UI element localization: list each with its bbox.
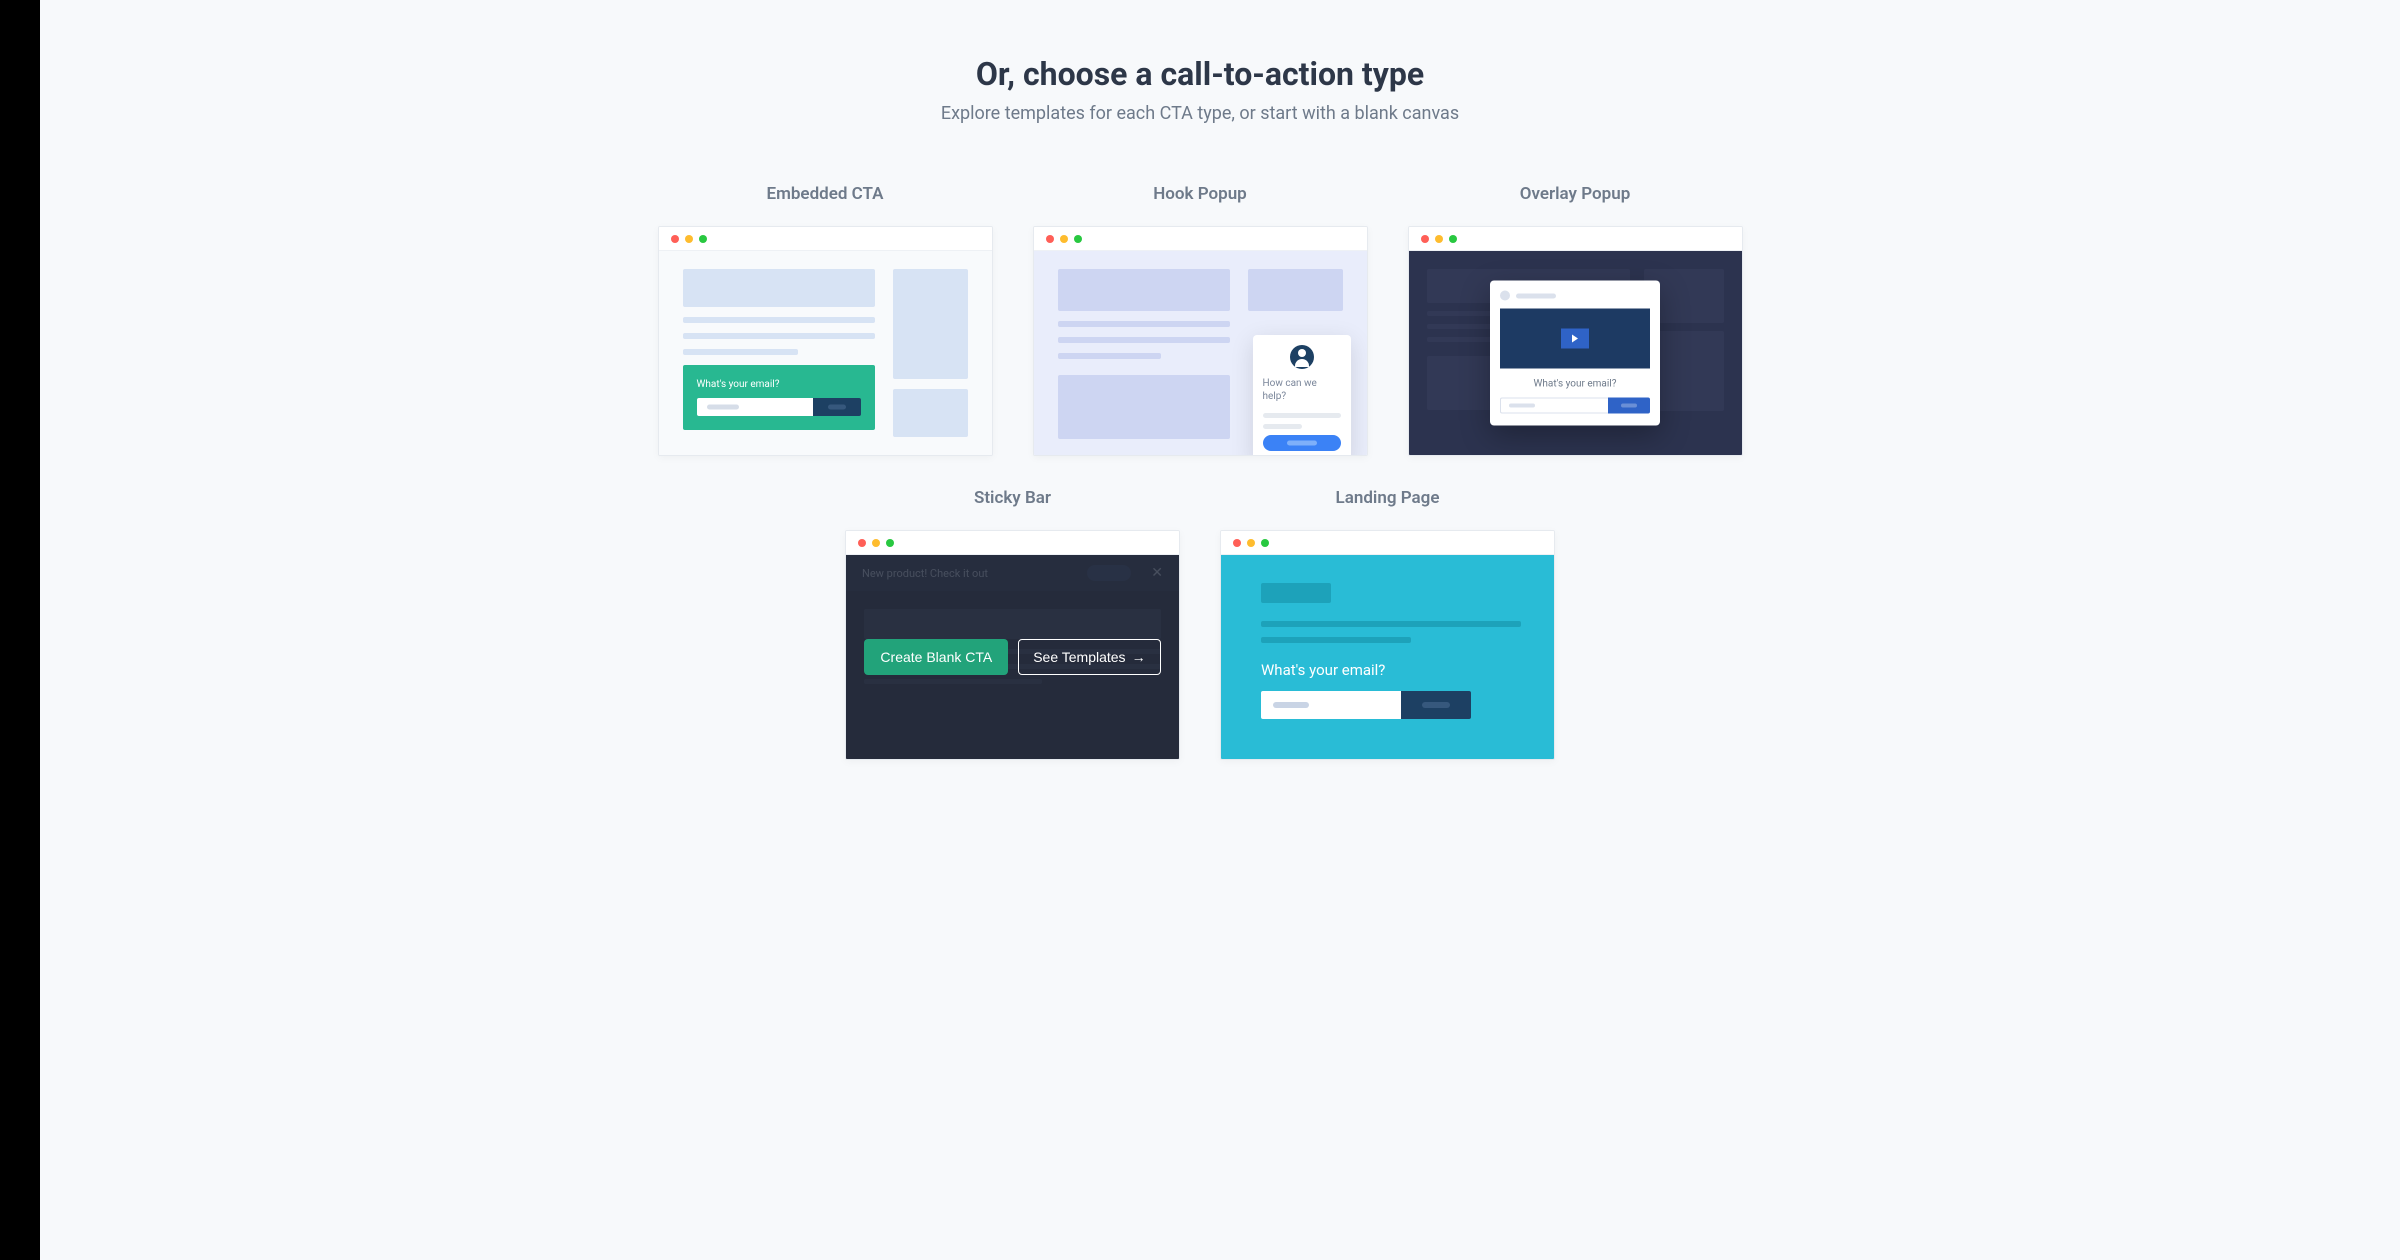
- video-placeholder: [1500, 309, 1650, 369]
- page-title: Or, choose a call-to-action type: [610, 55, 1790, 93]
- window-dot-red-icon: [1421, 235, 1429, 243]
- preview-body: New product! Check it out ✕ Create Bl: [846, 555, 1179, 759]
- card-title: Sticky Bar: [845, 488, 1180, 508]
- window-dot-yellow-icon: [1247, 539, 1255, 547]
- overlay-body: What's your email?: [1409, 251, 1742, 455]
- preview-window: New product! Check it out ✕ Create Bl: [845, 530, 1180, 760]
- hook-submit-placeholder: [1263, 435, 1341, 451]
- window-chrome: [1221, 531, 1554, 555]
- preview-body: What's your email?: [1221, 555, 1554, 759]
- preview-body: What's your email?: [659, 251, 992, 455]
- landing-email-label: What's your email?: [1261, 661, 1514, 679]
- placeholder-line: [1058, 353, 1161, 359]
- window-dot-yellow-icon: [1060, 235, 1068, 243]
- overlay-email-label: What's your email?: [1500, 379, 1650, 390]
- page-container: Or, choose a call-to-action type Explore…: [570, 0, 1830, 860]
- placeholder-line: [1058, 321, 1230, 327]
- placeholder-block: [893, 389, 968, 437]
- submit-button-placeholder: [1401, 691, 1471, 719]
- card-title: Embedded CTA: [658, 184, 993, 204]
- window-chrome: [846, 531, 1179, 555]
- window-dot-green-icon: [1449, 235, 1457, 243]
- placeholder-line: [1261, 621, 1521, 627]
- window-dot-yellow-icon: [872, 539, 880, 547]
- embedded-input-row: [697, 398, 861, 416]
- placeholder-line: [1516, 293, 1556, 298]
- window-dot-red-icon: [671, 235, 679, 243]
- window-dot-red-icon: [1046, 235, 1054, 243]
- window-dot-green-icon: [1074, 235, 1082, 243]
- window-dot-green-icon: [886, 539, 894, 547]
- card-title: Hook Popup: [1033, 184, 1368, 204]
- create-blank-cta-button[interactable]: Create Blank CTA: [864, 639, 1008, 675]
- avatar-circle-icon: [1500, 291, 1510, 301]
- placeholder-block: [1248, 269, 1343, 311]
- card-title: Landing Page: [1220, 488, 1555, 508]
- avatar-icon: [1290, 345, 1314, 369]
- placeholder-line: [683, 349, 798, 355]
- window-dot-yellow-icon: [1435, 235, 1443, 243]
- play-icon: [1561, 329, 1589, 349]
- card-hover-actions: Create Blank CTA See Templates →: [846, 555, 1179, 759]
- card-sticky-bar[interactable]: Sticky Bar New product! Check it out ✕: [845, 488, 1180, 760]
- preview-window: What's your email?: [1220, 530, 1555, 760]
- hook-card-text: How can we help?: [1263, 377, 1341, 403]
- page-subtitle: Explore templates for each CTA type, or …: [610, 103, 1790, 124]
- landing-input-row: [1261, 691, 1471, 719]
- window-chrome: [1409, 227, 1742, 251]
- cta-cards-grid: Embedded CTA What's your email?: [610, 184, 1790, 760]
- preview-left-col: What's your email?: [683, 269, 875, 437]
- see-templates-button[interactable]: See Templates →: [1018, 639, 1160, 675]
- card-landing-page[interactable]: Landing Page What's your email?: [1220, 488, 1555, 760]
- placeholder-line: [1263, 424, 1302, 429]
- placeholder-block: [1058, 269, 1230, 311]
- card-overlay-popup[interactable]: Overlay Popup: [1408, 184, 1743, 456]
- placeholder-block: [893, 269, 968, 379]
- submit-button-placeholder: [1608, 398, 1650, 414]
- landing-body: What's your email?: [1221, 555, 1554, 759]
- see-templates-label: See Templates: [1033, 649, 1125, 665]
- placeholder-line: [1058, 337, 1230, 343]
- overlay-modal-header: [1500, 291, 1650, 301]
- preview-left-col: [1058, 269, 1230, 439]
- submit-button-placeholder: [813, 398, 861, 416]
- preview-window: What's your email?: [658, 226, 993, 456]
- window-dot-green-icon: [699, 235, 707, 243]
- window-dot-yellow-icon: [685, 235, 693, 243]
- card-hook-popup[interactable]: Hook Popup: [1033, 184, 1368, 456]
- preview-window: How can we help?: [1033, 226, 1368, 456]
- placeholder-line: [683, 317, 875, 323]
- email-input-placeholder: [1261, 691, 1401, 719]
- overlay-modal: What's your email?: [1490, 281, 1660, 426]
- hook-popup-card: How can we help?: [1253, 335, 1351, 456]
- card-title: Overlay Popup: [1408, 184, 1743, 204]
- landing-logo-placeholder: [1261, 583, 1331, 603]
- placeholder-block: [1058, 375, 1230, 439]
- arrow-right-icon: →: [1132, 649, 1146, 665]
- email-input-placeholder: [1500, 398, 1608, 414]
- placeholder-line: [1263, 413, 1341, 418]
- preview-window: What's your email?: [1408, 226, 1743, 456]
- embedded-cta-label: What's your email?: [697, 379, 861, 390]
- overlay-input-row: [1500, 398, 1650, 414]
- window-chrome: [659, 227, 992, 251]
- window-dot-red-icon: [1233, 539, 1241, 547]
- preview-body: How can we help?: [1034, 251, 1367, 456]
- preview-body: What's your email?: [1409, 251, 1742, 455]
- window-dot-green-icon: [1261, 539, 1269, 547]
- embedded-cta-panel: What's your email?: [683, 365, 875, 430]
- preview-right-col: [893, 269, 968, 437]
- placeholder-block: [683, 269, 875, 307]
- left-black-strip: [0, 0, 40, 1260]
- window-dot-red-icon: [858, 539, 866, 547]
- card-embedded-cta[interactable]: Embedded CTA What's your email?: [658, 184, 993, 456]
- window-chrome: [1034, 227, 1367, 251]
- email-input-placeholder: [697, 398, 813, 416]
- placeholder-line: [1261, 637, 1411, 643]
- placeholder-line: [683, 333, 875, 339]
